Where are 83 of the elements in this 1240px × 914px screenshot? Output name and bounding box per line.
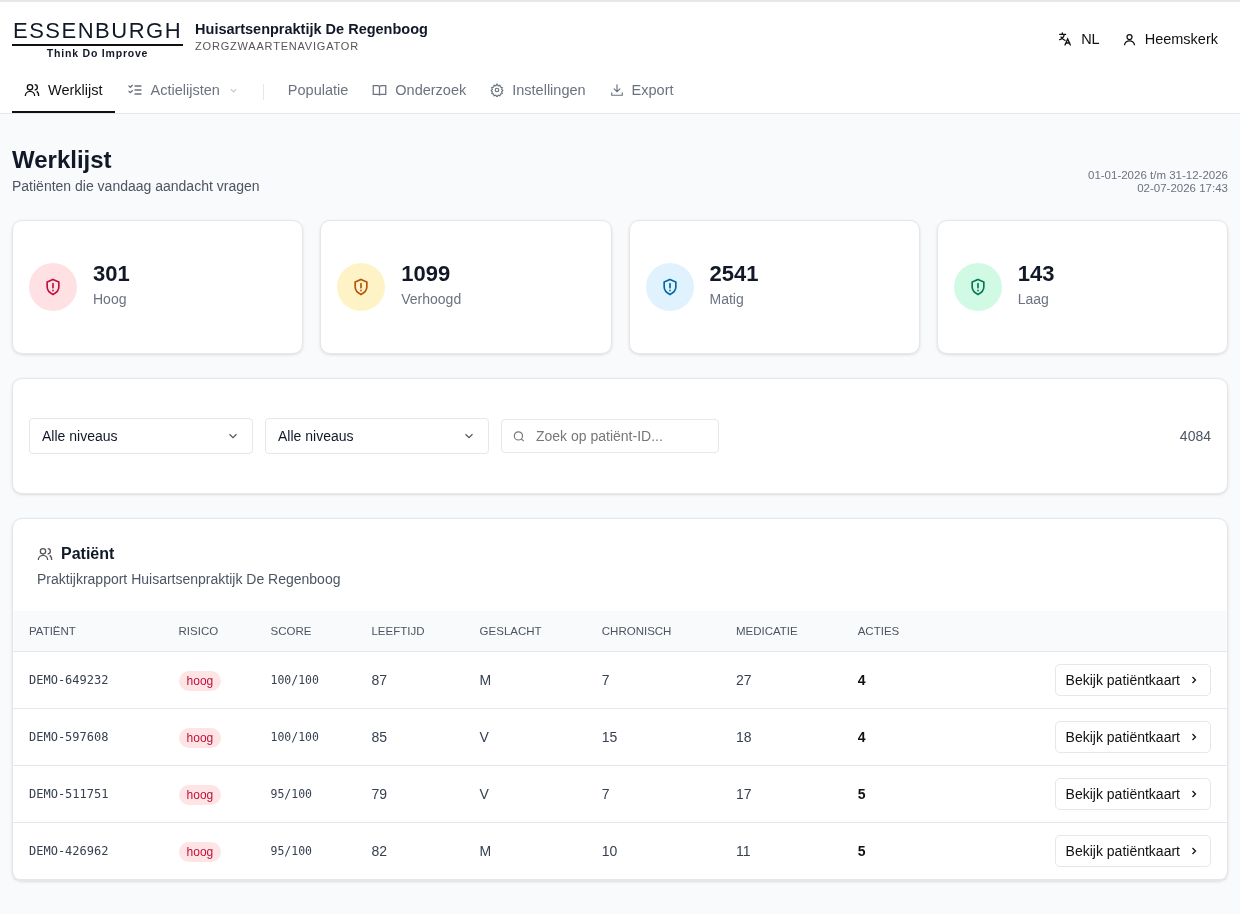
- table-cell: 11: [719, 822, 842, 880]
- table-cell: 100/100: [254, 708, 356, 766]
- column-header: ACTIES: [841, 611, 932, 652]
- table-cell: 95/100: [254, 822, 356, 880]
- view-chart-button[interactable]: Bekijk patiëntkaart: [1054, 721, 1211, 753]
- table-cell: 5: [841, 822, 932, 880]
- user-button[interactable]: Heemskerk: [1121, 31, 1218, 47]
- page-subtitle: Patiënten die vandaag aandacht vragen: [12, 178, 260, 194]
- risk-badge: hoog: [178, 728, 222, 748]
- logo-tagline: Think Do Improve: [46, 47, 149, 59]
- stat-label: Verhoogd: [401, 291, 462, 307]
- language-button[interactable]: NL: [1057, 31, 1100, 47]
- book-icon: [372, 82, 388, 98]
- checklist-icon: [126, 82, 143, 98]
- stat-label: Laag: [1017, 291, 1050, 307]
- table-cell: M: [463, 651, 586, 709]
- nav-tab[interactable]: Populatie: [275, 72, 361, 113]
- column-header: RISICO: [162, 611, 255, 652]
- table-cell: 18: [719, 708, 842, 766]
- risk-badge: hoog: [178, 671, 222, 691]
- patient-id: DEMO-426962: [13, 822, 163, 880]
- column-header: PATIËNT: [13, 611, 163, 652]
- table-title: Patiënt: [61, 545, 115, 563]
- patient-id: DEMO-511751: [13, 765, 163, 823]
- users-icon: [37, 546, 53, 562]
- app-name: ZORGZWAARTENAVIGATOR: [195, 39, 360, 52]
- view-chart-button[interactable]: Bekijk patiëntkaart: [1054, 778, 1211, 810]
- nav-tab[interactable]: Instellingen: [478, 72, 598, 113]
- table-cell: M: [463, 822, 586, 880]
- table-cell: 85: [355, 708, 464, 766]
- level-select[interactable]: Alle niveaus: [29, 418, 253, 454]
- patient-id: DEMO-597608: [13, 708, 163, 766]
- table-cell: 17: [719, 765, 842, 823]
- table-cell: 5: [841, 765, 932, 823]
- table-cell: 10: [585, 822, 720, 880]
- updated-time: 02-07-2026 17:43: [1137, 182, 1228, 194]
- stat-value: 143: [1017, 261, 1055, 287]
- nav-tab[interactable]: Export: [597, 72, 686, 113]
- users-icon: [24, 82, 40, 98]
- table-cell: 4: [841, 651, 932, 709]
- table-cell: 15: [585, 708, 720, 766]
- translate-icon: [1057, 31, 1074, 47]
- column-header: CHRONISCH: [585, 611, 720, 652]
- page-title: Werklijst: [12, 146, 113, 174]
- table-cell: 79: [355, 765, 464, 823]
- table-cell: 7: [585, 765, 720, 823]
- stat-value: 301: [93, 261, 130, 287]
- nav-tab[interactable]: Onderzoek: [360, 72, 479, 113]
- view-chart-button[interactable]: Bekijk patiëntkaart: [1054, 664, 1211, 696]
- search-icon: [512, 428, 526, 444]
- patient-id: DEMO-649232: [13, 651, 163, 709]
- result-count: 4084: [1179, 428, 1211, 444]
- user-icon: [1121, 31, 1137, 47]
- table-subtitle: Praktijkrapport Huisartsenpraktijk De Regenboog: [37, 571, 342, 587]
- stat-label: Matig: [709, 291, 745, 307]
- nav-tab[interactable]: Actielijsten: [114, 72, 251, 113]
- table-cell: V: [463, 765, 586, 823]
- period-text: 01-01-2026 t/m 31-12-2026: [1088, 169, 1228, 181]
- logo-wordmark: ESSENBURGH: [12, 19, 184, 46]
- table-cell: 4: [841, 708, 932, 766]
- table-cell: 27: [719, 651, 842, 709]
- table-cell: 95/100: [254, 765, 356, 823]
- table-cell: 82: [355, 822, 464, 880]
- stat-value: 2541: [709, 261, 759, 287]
- search-field[interactable]: Zoek op patiënt-ID...: [501, 419, 719, 453]
- settings-icon: [490, 83, 505, 97]
- nav-tab[interactable]: Werklijst: [12, 72, 115, 113]
- column-header: LEEFTIJD: [355, 611, 464, 652]
- column-header: MEDICATIE: [719, 611, 842, 652]
- table-cell: 7: [585, 651, 720, 709]
- column-header: GESLACHT: [463, 611, 586, 652]
- table-cell: 87: [355, 651, 464, 709]
- table-cell: V: [463, 708, 586, 766]
- risk-badge: hoog: [178, 842, 222, 862]
- level-select[interactable]: Alle niveaus: [265, 418, 489, 454]
- risk-badge: hoog: [178, 785, 222, 805]
- download-icon: [609, 83, 624, 97]
- stat-label: Hoog: [93, 291, 128, 307]
- view-chart-button[interactable]: Bekijk patiëntkaart: [1054, 835, 1211, 867]
- table-cell: 100/100: [254, 651, 356, 709]
- practice-name: Huisartsenpraktijk De Regenboog: [195, 20, 428, 37]
- stat-value: 1099: [401, 261, 452, 287]
- column-header: SCORE: [254, 611, 356, 652]
